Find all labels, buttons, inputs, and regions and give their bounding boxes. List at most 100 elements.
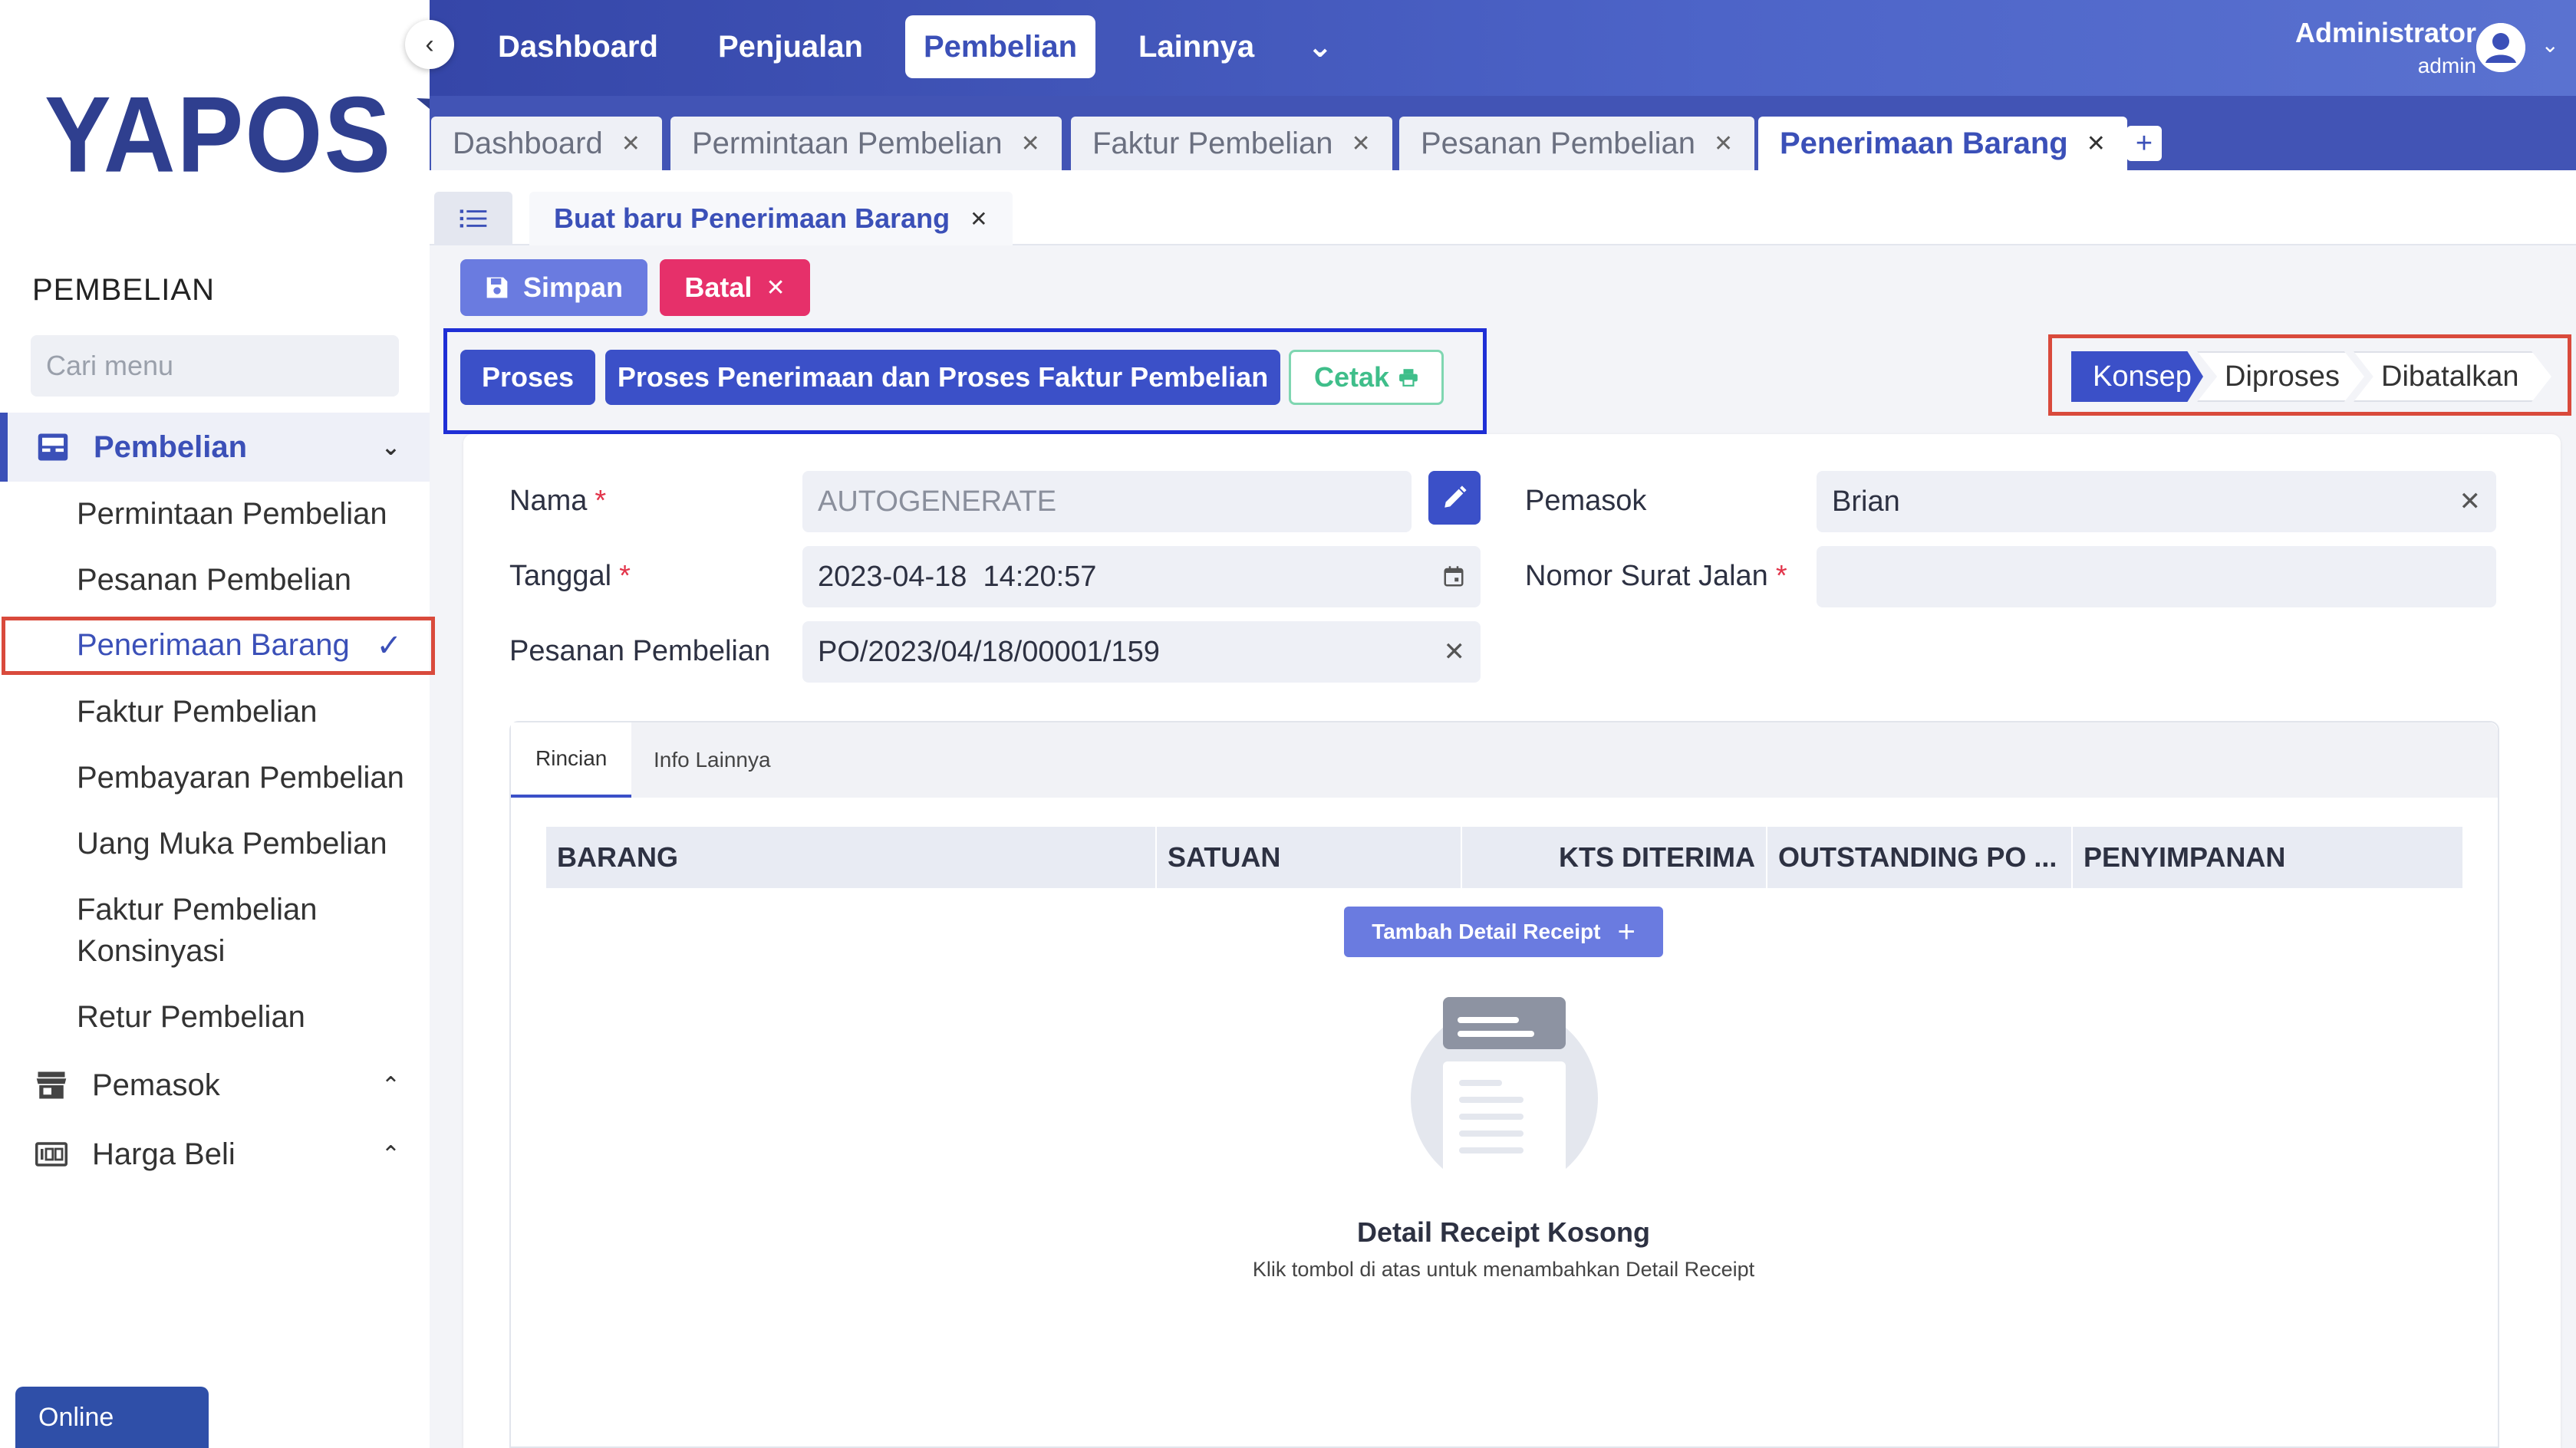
sidebar-item-faktur-pembelian[interactable]: Faktur Pembelian xyxy=(77,691,317,732)
column-header-penyimpanan[interactable]: PENYIMPANAN xyxy=(2073,827,2462,888)
pesanan-pembelian-field[interactable]: PO/2023/04/18/00001/159 ✕ xyxy=(802,621,1481,683)
edit-name-button[interactable] xyxy=(1428,471,1481,525)
nav-lainnya[interactable]: Lainnya xyxy=(1120,15,1273,78)
list-icon xyxy=(460,209,487,228)
print-label: Cetak xyxy=(1314,361,1390,393)
sidebar-group-label: Pemasok xyxy=(92,1068,220,1102)
tab-label: Pesanan Pembelian xyxy=(1421,126,1696,160)
close-icon[interactable]: ✕ xyxy=(1021,130,1040,157)
cancel-button[interactable]: Batal ✕ xyxy=(660,259,810,316)
price-tag-icon xyxy=(32,1137,71,1171)
sidebar-item-pesanan-pembelian[interactable]: Pesanan Pembelian xyxy=(77,559,351,601)
tab-label: Permintaan Pembelian xyxy=(692,126,1003,160)
tab-dashboard[interactable]: Dashboard ✕ xyxy=(431,117,662,170)
close-icon[interactable]: ✕ xyxy=(1351,130,1370,157)
add-tab-button[interactable]: + xyxy=(2126,126,2162,161)
user-name[interactable]: Administrator xyxy=(2295,17,2476,49)
tab-permintaan-pembelian[interactable]: Permintaan Pembelian ✕ xyxy=(670,117,1062,170)
nav-dashboard[interactable]: Dashboard xyxy=(479,15,677,78)
chevron-left-icon: ‹ xyxy=(425,29,434,59)
save-button[interactable]: Simpan xyxy=(460,259,647,316)
calendar-icon[interactable] xyxy=(1442,565,1465,588)
pemasok-value: Brian xyxy=(1832,485,1900,518)
tanggal-value: 2023-04-18 14:20:57 xyxy=(818,560,1097,593)
sidebar-group-pemasok[interactable]: Pemasok ⌃ xyxy=(0,1051,430,1120)
tab-faktur-pembelian[interactable]: Faktur Pembelian ✕ xyxy=(1071,117,1392,170)
close-icon[interactable]: ✕ xyxy=(621,130,641,157)
tanggal-label: Tanggal * xyxy=(509,560,631,592)
tanggal-field[interactable]: 2023-04-18 14:20:57 xyxy=(802,546,1481,607)
printer-icon xyxy=(1399,369,1418,387)
sidebar-collapse-button[interactable]: ‹ xyxy=(405,20,454,69)
pemasok-field[interactable]: Brian ✕ xyxy=(1817,471,2496,532)
menu-search[interactable] xyxy=(31,335,403,397)
sidebar-item-label: Penerimaan Barang xyxy=(77,628,350,662)
tab-rincian[interactable]: Rincian xyxy=(511,722,632,798)
menu-search-input[interactable] xyxy=(46,350,403,382)
tab-info-lainnya[interactable]: Info Lainnya xyxy=(629,722,796,798)
close-icon[interactable]: ✕ xyxy=(970,206,987,232)
chevron-up-icon: ⌃ xyxy=(380,1072,400,1098)
detail-tab-bar xyxy=(511,722,2498,798)
tab-label: Buat baru Penerimaan Barang xyxy=(554,202,950,234)
column-header-outstanding-po[interactable]: OUTSTANDING PO ... xyxy=(1767,827,2073,888)
sidebar-item-pembayaran-pembelian[interactable]: Pembayaran Pembelian xyxy=(77,757,404,798)
sidebar-item-penerimaan-barang[interactable]: Penerimaan Barang ✓ xyxy=(2,617,435,675)
pesanan-pembelian-label: Pesanan Pembelian xyxy=(509,635,771,667)
nomor-surat-jalan-label: Nomor Surat Jalan * xyxy=(1525,560,1787,592)
empty-document-icon xyxy=(1408,997,1600,1181)
column-header-satuan[interactable]: SATUAN xyxy=(1157,827,1462,888)
save-label: Simpan xyxy=(522,272,624,303)
cancel-label: Batal xyxy=(684,272,753,303)
sidebar-item-permintaan-pembelian[interactable]: Permintaan Pembelian xyxy=(77,493,387,535)
sidebar-item-label-line2: Konsinyasi xyxy=(77,934,226,968)
sidebar-item-label-line1: Faktur Pembelian xyxy=(77,893,318,926)
column-header-kts-diterima[interactable]: KTS DITERIMA xyxy=(1462,827,1767,888)
close-icon[interactable]: ✕ xyxy=(1714,130,1733,157)
clear-icon[interactable]: ✕ xyxy=(1444,637,1466,667)
nama-field[interactable]: AUTOGENERATE xyxy=(802,471,1412,532)
sidebar-group-pembelian[interactable]: Pembelian ⌄ xyxy=(0,413,430,482)
process-receipt-and-invoice-button[interactable]: Proses Penerimaan dan Proses Faktur Pemb… xyxy=(605,350,1280,405)
tab-label: Dashboard xyxy=(453,126,603,160)
status-step-dibatalkan[interactable]: Dibatalkan xyxy=(2354,351,2551,402)
tab-pesanan-pembelian[interactable]: Pesanan Pembelian ✕ xyxy=(1399,117,1755,170)
tab-label: Faktur Pembelian xyxy=(1092,126,1333,160)
status-step-diproses[interactable]: Diproses xyxy=(2197,351,2364,402)
sidebar-item-uang-muka-pembelian[interactable]: Uang Muka Pembelian xyxy=(77,823,387,864)
sidebar-group-harga-beli[interactable]: Harga Beli ⌃ xyxy=(0,1120,430,1189)
print-button[interactable]: Cetak xyxy=(1289,350,1444,405)
detail-table-header: BARANG SATUAN KTS DITERIMA OUTSTANDING P… xyxy=(546,827,2462,888)
close-icon[interactable]: ✕ xyxy=(2087,130,2106,157)
add-detail-receipt-label: Tambah Detail Receipt xyxy=(1372,920,1601,943)
clear-icon[interactable]: ✕ xyxy=(2459,486,2482,517)
tab-buat-baru-penerimaan-barang[interactable]: Buat baru Penerimaan Barang ✕ xyxy=(529,192,1013,245)
chevron-up-icon: ⌃ xyxy=(380,1141,400,1167)
avatar[interactable] xyxy=(2476,23,2525,72)
add-detail-receipt-button[interactable]: Tambah Detail Receipt + xyxy=(1344,907,1663,957)
list-view-button[interactable] xyxy=(434,192,512,245)
status-step-konsep[interactable]: Konsep xyxy=(2071,351,2203,402)
empty-state-title: Detail Receipt Kosong xyxy=(1356,1216,1651,1248)
nav-pembelian[interactable]: Pembelian xyxy=(905,15,1096,78)
tab-label: Penerimaan Barang xyxy=(1780,126,2068,160)
user-role: admin xyxy=(2417,54,2476,77)
sidebar-group-label: Pembelian xyxy=(94,429,248,464)
process-button[interactable]: Proses xyxy=(460,350,595,405)
nav-more-dropdown[interactable]: ⌄ xyxy=(1289,15,1352,78)
inbox-icon xyxy=(34,430,72,464)
pemasok-label: Pemasok xyxy=(1525,485,1647,517)
sidebar-item-retur-pembelian[interactable]: Retur Pembelian xyxy=(77,996,305,1038)
online-status-badge[interactable]: Online xyxy=(15,1387,209,1448)
chevron-down-icon: ⌄ xyxy=(380,434,400,460)
sidebar-item-faktur-pembelian-konsinyasi[interactable]: Faktur Pembelian Konsinyasi xyxy=(77,889,317,972)
store-icon xyxy=(32,1068,71,1102)
nama-value: AUTOGENERATE xyxy=(818,485,1057,518)
nav-penjualan[interactable]: Penjualan xyxy=(700,15,881,78)
chevron-down-icon[interactable]: ⌄ xyxy=(2541,32,2559,58)
column-header-barang[interactable]: BARANG xyxy=(546,827,1157,888)
logo-text: YAPOS xyxy=(44,74,393,195)
empty-state-subtitle: Klik tombol di atas untuk menambahkan De… xyxy=(1252,1258,1755,1281)
nomor-surat-jalan-field[interactable] xyxy=(1817,546,2496,607)
tab-penerimaan-barang[interactable]: Penerimaan Barang ✕ xyxy=(1758,117,2127,170)
